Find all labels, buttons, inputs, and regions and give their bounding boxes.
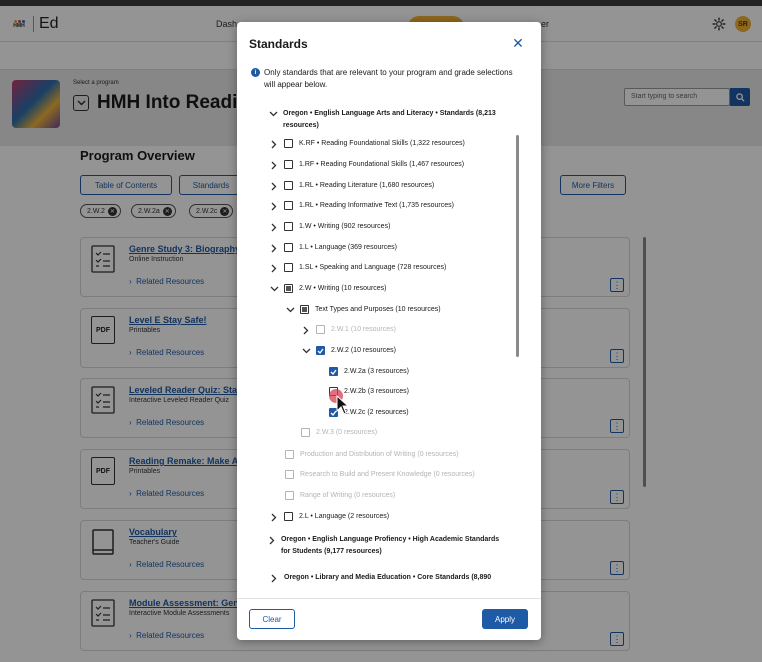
standard-tree-item[interactable]: 2.L • Language (2 resources) xyxy=(269,511,505,523)
standard-checkbox[interactable] xyxy=(316,346,325,355)
standard-tree-item[interactable]: Oregon • English Language Arts and Liter… xyxy=(269,108,505,132)
standard-tree-item[interactable]: 1.SL • Speaking and Language (728 resour… xyxy=(269,262,505,274)
standard-checkbox[interactable] xyxy=(284,222,293,231)
standard-tree-item[interactable]: 1.RL • Reading Literature (1,680 resourc… xyxy=(269,180,505,192)
standard-checkbox[interactable] xyxy=(284,512,293,521)
chevron-down-icon[interactable] xyxy=(301,345,311,357)
chevron-right-icon[interactable] xyxy=(269,138,279,150)
standard-label: 2.W.3 (0 resources) xyxy=(316,429,378,436)
standard-tree-item[interactable]: 2.W.2a (3 resources) xyxy=(329,366,505,378)
standard-checkbox[interactable] xyxy=(329,367,338,376)
standard-tree-item[interactable]: 2.W.3 (0 resources) xyxy=(301,427,505,439)
standard-checkbox[interactable] xyxy=(285,450,294,459)
chevron-right-icon[interactable] xyxy=(269,221,279,233)
chevron-down-icon[interactable] xyxy=(269,108,278,120)
standard-tree-item[interactable]: 2.W.2c (2 resources) xyxy=(329,407,505,419)
chevron-right-icon[interactable] xyxy=(269,534,276,546)
standard-tree-item[interactable]: Range of Writing (0 resources) xyxy=(285,490,505,502)
standards-tree: Oregon • English Language Arts and Liter… xyxy=(237,102,522,592)
chevron-right-icon[interactable] xyxy=(269,572,279,584)
apply-button[interactable]: Apply xyxy=(482,609,528,629)
standard-label: Production and Distribution of Writing (… xyxy=(300,451,459,458)
standard-checkbox[interactable] xyxy=(284,201,293,210)
chevron-right-icon[interactable] xyxy=(269,180,279,192)
standard-checkbox[interactable] xyxy=(285,491,294,500)
standard-label: 2.W.2 (10 resources) xyxy=(331,347,396,354)
standard-label: 1.L • Language (369 resources) xyxy=(299,244,397,251)
chevron-down-icon[interactable] xyxy=(269,283,279,295)
clear-button[interactable]: Clear xyxy=(249,609,295,629)
standard-tree-item[interactable]: 1.RL • Reading Informative Text (1,735 r… xyxy=(269,200,505,212)
standard-tree-item[interactable]: Research to Build and Present Knowledge … xyxy=(285,469,505,481)
standard-label: 1.RL • Reading Informative Text (1,735 r… xyxy=(299,202,454,209)
standard-tree-item[interactable]: 1.W • Writing (902 resources) xyxy=(269,221,505,233)
standard-tree-item[interactable]: Oregon • English Language Profiency • Hi… xyxy=(269,534,505,558)
info-message: i Only standards that are relevant to yo… xyxy=(251,67,521,91)
chevron-down-icon[interactable] xyxy=(285,304,295,316)
standard-tree-item[interactable]: 1.RF • Reading Foundational Skills (1,46… xyxy=(269,159,505,171)
chevron-right-icon[interactable] xyxy=(269,200,279,212)
standard-tree-item[interactable]: 2.W • Writing (10 resources) xyxy=(269,283,505,295)
standard-label: Research to Build and Present Knowledge … xyxy=(300,471,475,478)
standard-label: 1.RF • Reading Foundational Skills (1,46… xyxy=(299,161,465,168)
standard-label: 1.RL • Reading Literature (1,680 resourc… xyxy=(299,182,435,189)
close-icon[interactable]: ✕ xyxy=(511,36,525,50)
standard-checkbox[interactable] xyxy=(300,305,309,314)
standard-label: Range of Writing (0 resources) xyxy=(300,492,396,499)
standard-label: 2.W.2c (2 resources) xyxy=(344,409,409,416)
chevron-right-icon[interactable] xyxy=(269,242,279,254)
chevron-right-icon[interactable] xyxy=(269,262,279,274)
standard-checkbox[interactable] xyxy=(284,263,293,272)
standard-checkbox[interactable] xyxy=(284,160,293,169)
standard-label: 1.SL • Speaking and Language (728 resour… xyxy=(299,264,447,271)
standard-label: Oregon • English Language Profiency • Hi… xyxy=(280,536,500,555)
standard-tree-item[interactable]: Oregon • Library and Media Education • C… xyxy=(269,572,505,584)
chevron-right-icon[interactable] xyxy=(269,159,279,171)
standard-label: 2.W.1 (10 resources) xyxy=(331,326,396,333)
standard-label: 2.W • Writing (10 resources) xyxy=(299,285,387,292)
standard-checkbox[interactable] xyxy=(301,428,310,437)
info-icon: i xyxy=(251,68,260,77)
standard-checkbox[interactable] xyxy=(284,181,293,190)
mouse-cursor-icon xyxy=(336,395,350,415)
standard-label: 1.W • Writing (902 resources) xyxy=(299,223,391,230)
standard-checkbox[interactable] xyxy=(284,243,293,252)
modal-title: Standards xyxy=(249,37,308,51)
standard-tree-item[interactable]: K.RF • Reading Foundational Skills (1,32… xyxy=(269,138,505,150)
standard-checkbox[interactable] xyxy=(285,470,294,479)
info-text: Only standards that are relevant to your… xyxy=(264,68,513,89)
standard-label: 2.L • Language (2 resources) xyxy=(299,513,390,520)
standard-label: K.RF • Reading Foundational Skills (1,32… xyxy=(299,140,465,147)
standards-modal: Standards ✕ i Only standards that are re… xyxy=(237,22,541,640)
standard-label: 2.W.2a (3 resources) xyxy=(344,368,409,375)
standard-tree-item[interactable]: 2.W.2b (3 resources) xyxy=(329,386,505,398)
standard-label: Oregon • English Language Arts and Liter… xyxy=(283,110,496,129)
standard-label: 2.W.2b (3 resources) xyxy=(344,388,409,395)
standard-label: Text Types and Purposes (10 resources) xyxy=(315,306,441,313)
standard-checkbox[interactable] xyxy=(284,139,293,148)
standard-checkbox[interactable] xyxy=(316,325,325,334)
standard-tree-item[interactable]: Production and Distribution of Writing (… xyxy=(285,449,505,461)
modal-footer: Clear Apply xyxy=(237,598,541,640)
standard-tree-item[interactable]: 2.W.2 (10 resources) xyxy=(301,345,505,357)
chevron-right-icon[interactable] xyxy=(301,324,311,336)
standard-label: Oregon • Library and Media Education • C… xyxy=(284,574,492,581)
standard-tree-item[interactable]: Text Types and Purposes (10 resources) xyxy=(285,304,505,316)
chevron-right-icon[interactable] xyxy=(269,511,279,523)
scrollbar[interactable] xyxy=(516,135,519,357)
standard-tree-item[interactable]: 1.L • Language (369 resources) xyxy=(269,242,505,254)
standard-tree-item[interactable]: 2.W.1 (10 resources) xyxy=(301,324,505,336)
standard-checkbox[interactable] xyxy=(284,284,293,293)
